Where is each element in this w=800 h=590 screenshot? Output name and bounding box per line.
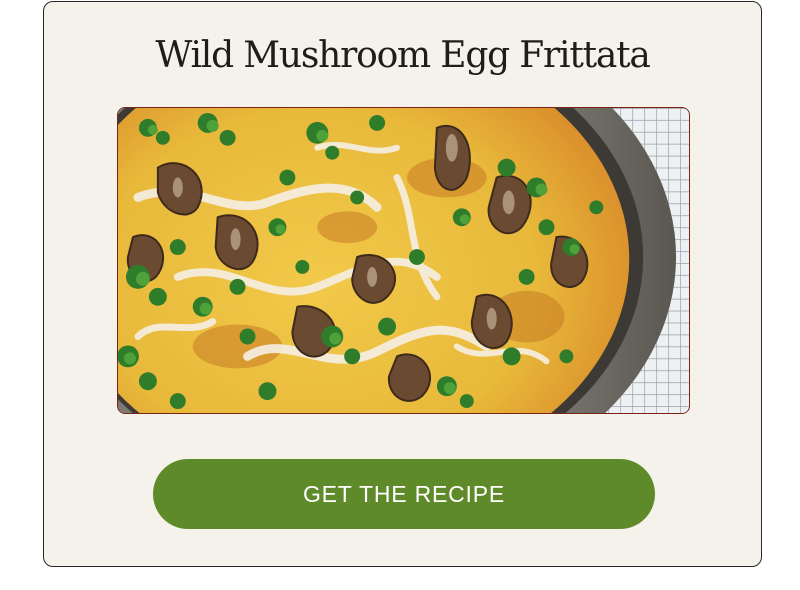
recipe-photo[interactable] [117, 107, 690, 414]
recipe-card: Wild Mushroom Egg Frittata GET THE RECIP… [43, 1, 762, 567]
get-recipe-button[interactable]: GET THE RECIPE [153, 459, 655, 529]
frittata-photo-icon [118, 108, 689, 413]
recipe-title: Wild Mushroom Egg Frittata [155, 35, 651, 76]
